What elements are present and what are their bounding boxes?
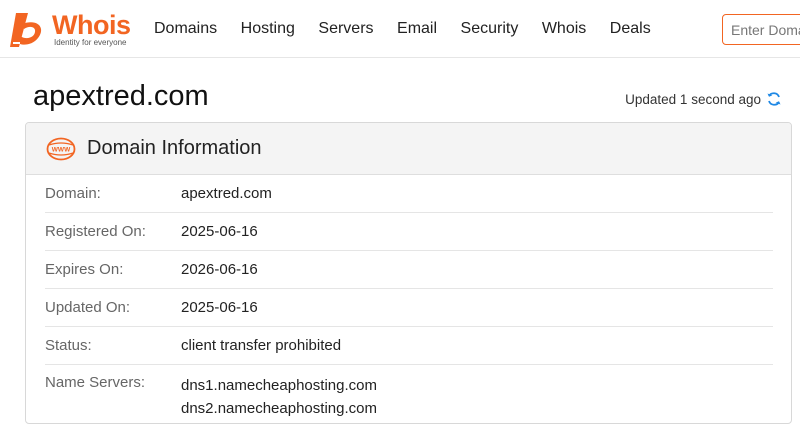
info-label: Registered On: bbox=[45, 223, 146, 240]
info-row-name-servers: Name Servers: dns1.namecheaphosting.com … bbox=[45, 365, 773, 420]
info-label: Domain: bbox=[45, 185, 101, 202]
logo-mark-icon bbox=[10, 13, 42, 47]
nav-security[interactable]: Security bbox=[461, 0, 519, 58]
domain-info-list: Domain: apextred.com Registered On: 2025… bbox=[26, 175, 791, 420]
nav-email[interactable]: Email bbox=[397, 0, 437, 58]
card-title: Domain Information bbox=[87, 137, 262, 159]
main-nav: Domains Hosting Servers Email Security W… bbox=[154, 0, 674, 58]
info-row-domain: Domain: apextred.com bbox=[45, 175, 773, 213]
info-row-registered: Registered On: 2025-06-16 bbox=[45, 213, 773, 251]
info-row-updated: Updated On: 2025-06-16 bbox=[45, 289, 773, 327]
info-label: Expires On: bbox=[45, 261, 124, 278]
logo-wordmark: Whois bbox=[52, 10, 131, 40]
updated-text: Updated 1 second ago bbox=[625, 91, 761, 107]
nav-deals[interactable]: Deals bbox=[610, 0, 651, 58]
search-box bbox=[722, 14, 800, 45]
whois-logo[interactable]: Whois Identity for everyone bbox=[8, 10, 138, 50]
refresh-icon[interactable] bbox=[766, 91, 782, 107]
logo-tagline: Identity for everyone bbox=[54, 38, 127, 47]
page-title: apextred.com bbox=[33, 80, 209, 112]
nav-domains[interactable]: Domains bbox=[154, 0, 217, 58]
site-header: Whois Identity for everyone Domains Host… bbox=[0, 0, 800, 58]
nav-servers[interactable]: Servers bbox=[318, 0, 373, 58]
nav-whois[interactable]: Whois bbox=[542, 0, 586, 58]
info-label: Status: bbox=[45, 337, 92, 354]
search-input[interactable] bbox=[723, 15, 800, 44]
name-server-2[interactable]: dns2.namecheaphosting.com bbox=[181, 397, 377, 420]
info-row-status: Status: client transfer prohibited bbox=[45, 327, 773, 365]
info-label: Name Servers: bbox=[45, 374, 146, 391]
name-server-1[interactable]: dns1.namecheaphosting.com bbox=[181, 374, 377, 397]
info-row-expires: Expires On: 2026-06-16 bbox=[45, 251, 773, 289]
info-value-list: dns1.namecheaphosting.com dns2.namecheap… bbox=[181, 374, 377, 420]
info-value: apextred.com bbox=[181, 185, 272, 202]
svg-text:WWW: WWW bbox=[52, 146, 71, 153]
info-value: client transfer prohibited bbox=[181, 337, 342, 354]
www-icon: WWW bbox=[46, 137, 76, 160]
updated-status: Updated 1 second ago bbox=[625, 91, 782, 107]
nav-hosting[interactable]: Hosting bbox=[241, 0, 295, 58]
info-value: 2025-06-16 bbox=[181, 299, 258, 316]
info-value: 2026-06-16 bbox=[181, 261, 258, 278]
info-label: Updated On: bbox=[45, 299, 131, 316]
domain-information-card: WWW Domain Information Domain: apextred.… bbox=[25, 122, 792, 424]
card-header: WWW Domain Information bbox=[26, 123, 791, 175]
info-value: 2025-06-16 bbox=[181, 223, 258, 240]
